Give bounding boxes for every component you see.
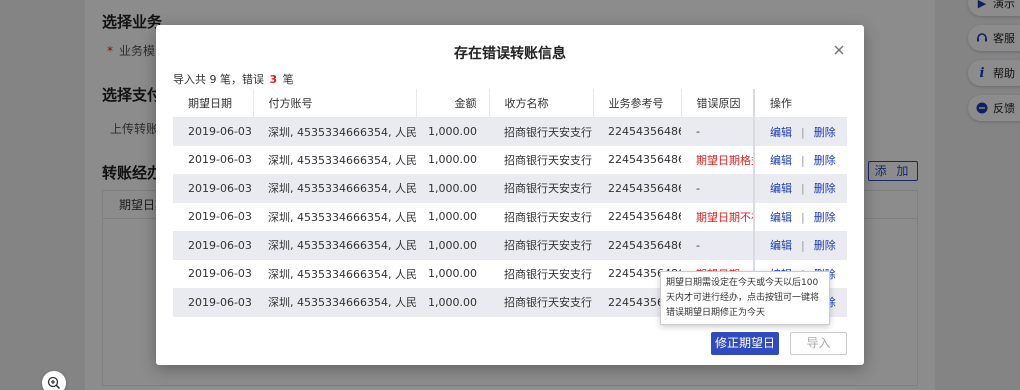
cell-account: 深圳, 4535334666354, 人民币 [253, 174, 416, 203]
action-separator: | [801, 182, 805, 196]
cell-date: 2019-06-03 [173, 288, 253, 317]
action-separator: | [801, 125, 805, 139]
edit-link[interactable]: 编辑 [770, 154, 792, 167]
table-header-row: 期望日期 付方账号 金额 收方名称 业务参考号 错误原因 操作 [173, 89, 847, 118]
delete-link[interactable]: 删除 [814, 126, 836, 139]
action-separator: | [801, 239, 805, 253]
cell-amount: 1,000.00 [416, 202, 489, 231]
import-summary: 导入共 9 笔，错误 3 笔 [173, 73, 294, 86]
cell-date: 2019-06-03 [173, 202, 253, 231]
cell-amount: 1,000.00 [416, 288, 489, 317]
cell-reason: 期望日期不在时 [681, 202, 754, 231]
table-row: 2019-06-03 深圳, 4535334666354, 人民币 1,000.00… [173, 231, 847, 260]
edit-link[interactable]: 编辑 [770, 239, 792, 252]
cell-reason: - [681, 231, 754, 260]
cell-amount: 1,000.00 [416, 174, 489, 203]
action-separator: | [801, 153, 805, 167]
zoom-button[interactable] [42, 371, 66, 390]
close-icon[interactable] [832, 43, 846, 57]
cell-date: 2019-06-03 [173, 174, 253, 203]
cell-payee: 招商银行天安支行 [489, 117, 593, 146]
column-header-ref: 业务参考号 [593, 89, 682, 118]
fix-date-button[interactable]: 修正期望日 [711, 332, 779, 355]
cell-ref: 22454356486 [593, 174, 681, 203]
import-button: 导入 [790, 332, 847, 355]
cell-actions: 编辑 | 删除 [753, 145, 847, 174]
cell-payee: 招商银行天安支行 [489, 202, 593, 231]
cell-date: 2019-06-03 [173, 259, 253, 288]
cell-payee: 招商银行天安支行 [489, 259, 593, 288]
column-header-account: 付方账号 [253, 89, 417, 118]
column-header-amount: 金额 [416, 89, 490, 118]
fix-date-tooltip: 期望日期需设定在今天或今天以后100天内才可进行经办，点击按钮可一键将错误期望日… [660, 271, 830, 325]
cell-account: 深圳, 4535334666354, 人民币 [253, 117, 416, 146]
cell-ref: 22454356486 [593, 117, 681, 146]
cell-date: 2019-06-03 [173, 145, 253, 174]
column-header-date: 期望日期 [173, 89, 254, 118]
column-header-payee: 收方名称 [489, 89, 594, 118]
cell-amount: 1,000.00 [416, 259, 489, 288]
cell-amount: 1,000.00 [416, 231, 489, 260]
cell-reason: - [681, 174, 754, 203]
cell-payee: 招商银行天安支行 [489, 231, 593, 260]
cell-actions: 编辑 | 删除 [753, 174, 847, 203]
cell-account: 深圳, 4535334666354, 人民币 [253, 259, 416, 288]
table-row: 2019-06-03 深圳, 4535334666354, 人民币 1,000.00… [173, 202, 847, 231]
cell-date: 2019-06-03 [173, 117, 253, 146]
cell-reason: - [681, 117, 754, 146]
cell-amount: 1,000.00 [416, 145, 489, 174]
cell-actions: 编辑 | 删除 [753, 117, 847, 146]
edit-link[interactable]: 编辑 [770, 126, 792, 139]
delete-link[interactable]: 删除 [814, 182, 836, 195]
cell-ref: 22454356486 [593, 145, 681, 174]
cell-payee: 招商银行天安支行 [489, 145, 593, 174]
cell-account: 深圳, 4535334666354, 人民币 [253, 145, 416, 174]
error-transfer-modal: 存在错误转账信息 导入共 9 笔，错误 3 笔 期望日期 付方账号 金额 收方名… [156, 25, 864, 365]
cell-payee: 招商银行天安支行 [489, 288, 593, 317]
cell-payee: 招商银行天安支行 [489, 174, 593, 203]
cell-date: 2019-06-03 [173, 231, 253, 260]
edit-link[interactable]: 编辑 [770, 182, 792, 195]
column-header-actions: 操作 [753, 89, 847, 118]
cell-ref: 22454356486 [593, 202, 681, 231]
delete-link[interactable]: 删除 [814, 211, 836, 224]
cell-account: 深圳, 4535334666354, 人民币 [253, 202, 416, 231]
delete-link[interactable]: 删除 [814, 154, 836, 167]
table-row: 2019-06-03 深圳, 4535334666354, 人民币 1,000.00… [173, 174, 847, 203]
cell-account: 深圳, 4535334666354, 人民币 [253, 231, 416, 260]
cell-amount: 1,000.00 [416, 117, 489, 146]
delete-link[interactable]: 删除 [814, 239, 836, 252]
zoom-in-icon [47, 376, 61, 390]
column-header-reason: 错误原因 [681, 89, 754, 118]
edit-link[interactable]: 编辑 [770, 211, 792, 224]
action-separator: | [801, 210, 805, 224]
cell-ref: 22454356486 [593, 231, 681, 260]
cell-actions: 编辑 | 删除 [753, 231, 847, 260]
cell-reason: 期望日期格式错 [681, 145, 754, 174]
table-row: 2019-06-03 深圳, 4535334666354, 人民币 1,000.00… [173, 117, 847, 146]
error-count: 3 [269, 73, 278, 86]
table-row: 2019-06-03 深圳, 4535334666354, 人民币 1,000.00… [173, 145, 847, 174]
cell-actions: 编辑 | 删除 [753, 202, 847, 231]
cell-account: 深圳, 4535334666354, 人民币 [253, 288, 416, 317]
modal-title: 存在错误转账信息 [454, 46, 566, 62]
